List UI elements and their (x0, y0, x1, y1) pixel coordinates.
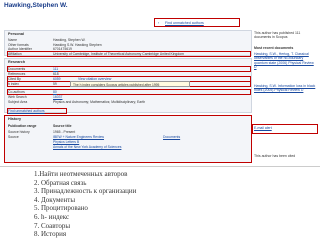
sidebar-bottom-text: This author has been cited (254, 154, 296, 158)
personal-row-affiliation: Affiliation University of Cambridge, Ins… (8, 52, 250, 57)
field-label: Co-authors (8, 89, 25, 94)
divider (0, 166, 320, 167)
history-range: Source (8, 135, 19, 139)
history-row: Source history 1965 - Present (8, 130, 248, 134)
history-range: Source history (8, 130, 30, 134)
field-label: Affiliation (8, 51, 22, 56)
list-item: 1.Найти неотмеченных авторов (34, 170, 128, 178)
field-value: University of Cambridge, Institute of Th… (53, 51, 184, 56)
history-header-row: Publication range Source title (8, 124, 71, 128)
field-label: Other formats (8, 42, 29, 47)
list-item: 5. Процитировано (34, 204, 88, 213)
documents-count-link[interactable]: 111 (53, 67, 58, 71)
sidebar-recent-title: Most recent documents (254, 46, 294, 50)
field-label: h index (8, 82, 19, 86)
history-panel: History Publication range Source title S… (4, 115, 252, 163)
find-unmatched-authors-label: Find unmatched authors (165, 21, 204, 25)
research-row-documents[interactable]: Documents 111 (8, 67, 250, 72)
field-label: Documents (8, 66, 26, 71)
field-label: Subject Area (8, 99, 28, 104)
history-documents-link[interactable]: Documents (163, 135, 180, 139)
sidebar-recent-item[interactable]: Hawking, S.W., Hertog, T. Classical obse… (254, 52, 316, 69)
h-index-value: 59 (53, 82, 57, 86)
research-row-find-unmatched[interactable]: Find unmatched authors (8, 109, 250, 114)
list-item: 7. Соавторы (34, 221, 71, 230)
history-section-heading: History (8, 117, 22, 121)
co-authors-link[interactable]: 80 (53, 90, 57, 94)
slide-list: 1.Найти неотмеченных авторов 2. Обратная… (34, 170, 136, 239)
field-label: Cited By (8, 76, 21, 81)
view-citation-overview-link[interactable]: View citation overview (78, 77, 111, 81)
author-name-title: Hawking,Stephen W. (4, 2, 68, 9)
history-row: Source IBEW + Nature Engineers Review (8, 135, 248, 139)
history-header-range: Publication range (8, 124, 37, 128)
field-value: Hawking S.W. Hawking Stephen (53, 42, 102, 47)
history-documents-link-wrap: Documents (163, 135, 180, 139)
list-item: 2. Обратная связь (34, 178, 87, 187)
list-item: 4. Документы (34, 195, 76, 204)
cited-by-link[interactable]: 6059 (53, 77, 61, 81)
history-title[interactable]: Annals of the New York Academy of Scienc… (53, 145, 121, 149)
history-title: 1965 - Present (53, 130, 76, 134)
web-search-link[interactable]: 16037 (53, 95, 62, 99)
sidebar-top-text: This author has published 111 documents … (254, 31, 301, 40)
list-item: 6. h- индекс (34, 212, 70, 221)
history-title[interactable]: Physics Letters B (53, 140, 79, 144)
list-item: 3. Принадлежность к организации (34, 187, 137, 196)
research-section-heading: Research (8, 60, 26, 64)
field-label: Name (8, 38, 18, 42)
list-item: 8. История (34, 230, 67, 239)
field-value: Hawking, Stephen W. (53, 38, 86, 42)
field-value: Physics and Astronomy; Mathematics; Mult… (53, 99, 146, 104)
field-label: Web Search (8, 94, 27, 99)
email-alert-highlight (252, 124, 318, 134)
history-header-title: Source title (53, 124, 72, 128)
find-unmatched-authors-button[interactable]: › Find unmatched authors (154, 18, 240, 27)
h-index-tooltip: The h index considers Scopus articles pu… (70, 81, 190, 87)
right-sidebar: This author has published 111 documents … (252, 30, 318, 160)
scopus-author-screenshot: Hawking,Stephen W. › Find unmatched auth… (2, 0, 318, 165)
personal-section-heading: Personal (8, 32, 25, 36)
history-title[interactable]: IBEW + Nature Engineers Review (53, 135, 104, 139)
sidebar-recent-item[interactable]: Hawking, S.W. Information loss in black … (254, 84, 316, 93)
personal-panel: Personal Name Hawking, Stephen W. Other … (4, 30, 252, 57)
arrow-icon: › (158, 21, 160, 25)
find-unmatched-link[interactable]: Find unmatched authors (8, 109, 45, 113)
